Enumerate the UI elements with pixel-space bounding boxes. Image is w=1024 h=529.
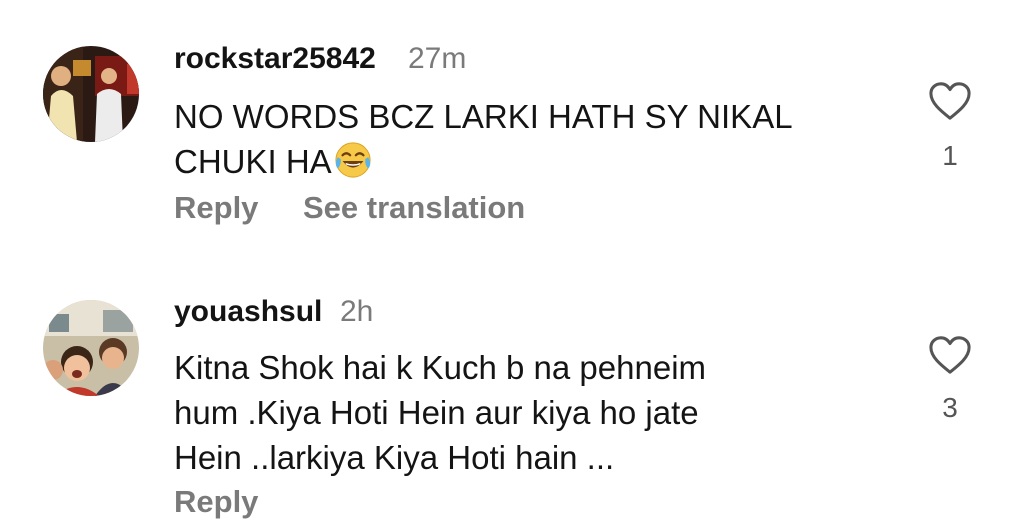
comment-text: NO WORDS BCZ LARKI HATH SY NIKAL CHUKI H… [174, 94, 874, 184]
comment-text-line-with-emoji: CHUKI HA [174, 139, 874, 184]
comment-text-line: NO WORDS BCZ LARKI HATH SY NIKAL [174, 98, 793, 135]
heart-outline-icon[interactable] [927, 334, 973, 376]
comment-username[interactable]: rockstar25842 [174, 42, 376, 76]
comment-text-line: CHUKI HA [174, 143, 332, 180]
like-count: 3 [942, 392, 958, 423]
comment-text-line: hum .Kiya Hoti Hein aur kiya ho jate [174, 394, 699, 431]
avatar-image [43, 46, 139, 142]
heart-outline-icon[interactable] [927, 80, 973, 122]
comment-username[interactable]: youashsul [174, 295, 322, 329]
comment-timestamp: 27m [408, 42, 467, 75]
tears-of-joy-emoji-icon [335, 142, 371, 178]
avatar[interactable] [43, 46, 139, 142]
comment-text: Kitna Shok hai k Kuch b na pehneim hum .… [174, 345, 874, 480]
see-translation-button[interactable]: See translation [303, 190, 525, 226]
comment-timestamp: 2h [340, 295, 374, 328]
avatar[interactable] [43, 300, 139, 396]
comment-text-line: Kitna Shok hai k Kuch b na pehneim [174, 349, 707, 386]
reply-button[interactable]: Reply [174, 190, 258, 226]
comment-text-line: Hein ..larkiya Kiya Hoti hain ... [174, 439, 615, 476]
avatar-image [43, 300, 139, 396]
like-count: 1 [942, 140, 958, 171]
reply-button[interactable]: Reply [174, 484, 258, 520]
